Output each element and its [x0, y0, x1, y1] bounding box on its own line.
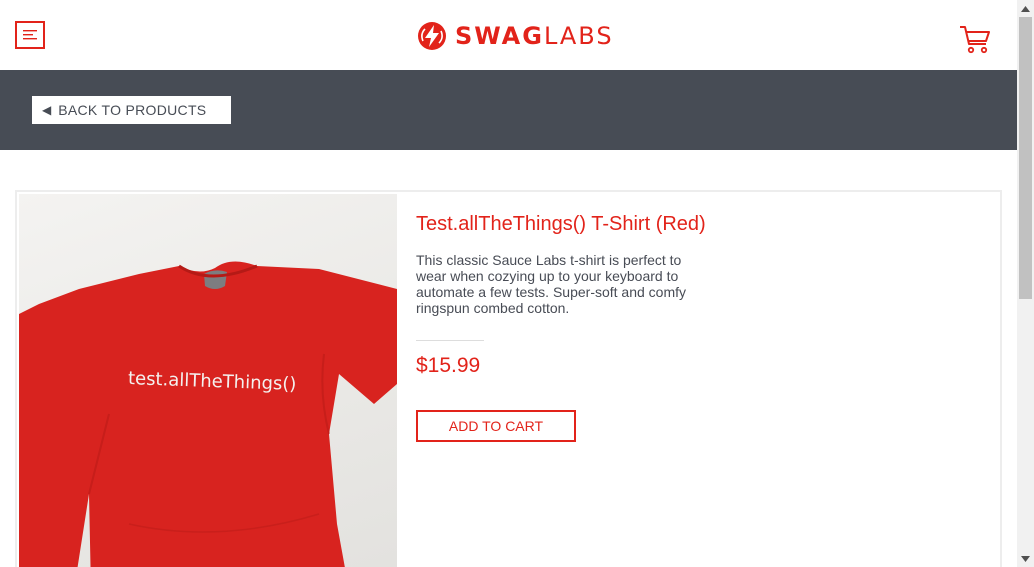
product-description: This classic Sauce Labs t-shirt is perfe…: [416, 252, 687, 316]
add-to-cart-button[interactable]: ADD TO CART: [416, 410, 576, 442]
product-card: test.allTheThings() Test.allTheThings() …: [15, 190, 1002, 567]
brand-name-bold: SWAG: [455, 22, 544, 50]
product-details: Test.allTheThings() T-Shirt (Red) This c…: [416, 212, 706, 442]
app-logo: SWAGLABS: [417, 21, 614, 51]
shopping-cart-icon: [960, 26, 990, 54]
brand-name: SWAGLABS: [455, 21, 614, 51]
scroll-down-arrow-icon[interactable]: [1017, 550, 1034, 567]
hamburger-menu-icon: [23, 30, 37, 40]
shopping-cart-button[interactable]: [958, 24, 992, 54]
price-divider: [416, 340, 484, 341]
back-button-label: BACK TO PRODUCTS: [58, 102, 207, 118]
product-title: Test.allTheThings() T-Shirt (Red): [416, 213, 706, 235]
sauce-logo-icon: [418, 22, 446, 50]
app-header: SWAGLABS: [0, 0, 1017, 70]
product-image: test.allTheThings(): [19, 194, 397, 567]
back-to-products-button[interactable]: ◀ BACK TO PRODUCTS: [32, 96, 231, 124]
scrollbar-thumb[interactable]: [1019, 17, 1032, 299]
tshirt-image: test.allTheThings(): [19, 261, 397, 567]
secondary-header: ◀ BACK TO PRODUCTS: [0, 70, 1017, 150]
product-price: $15.99: [416, 354, 481, 377]
vertical-scrollbar[interactable]: [1017, 0, 1034, 567]
caret-left-icon: ◀: [42, 103, 52, 117]
brand-name-light: LABS: [543, 22, 614, 50]
menu-button[interactable]: [15, 21, 45, 49]
scroll-up-arrow-icon[interactable]: [1017, 0, 1034, 17]
product-detail-page: SWAGLABS ◀ BACK TO PRODUCTS test.allTheT…: [0, 0, 1034, 567]
